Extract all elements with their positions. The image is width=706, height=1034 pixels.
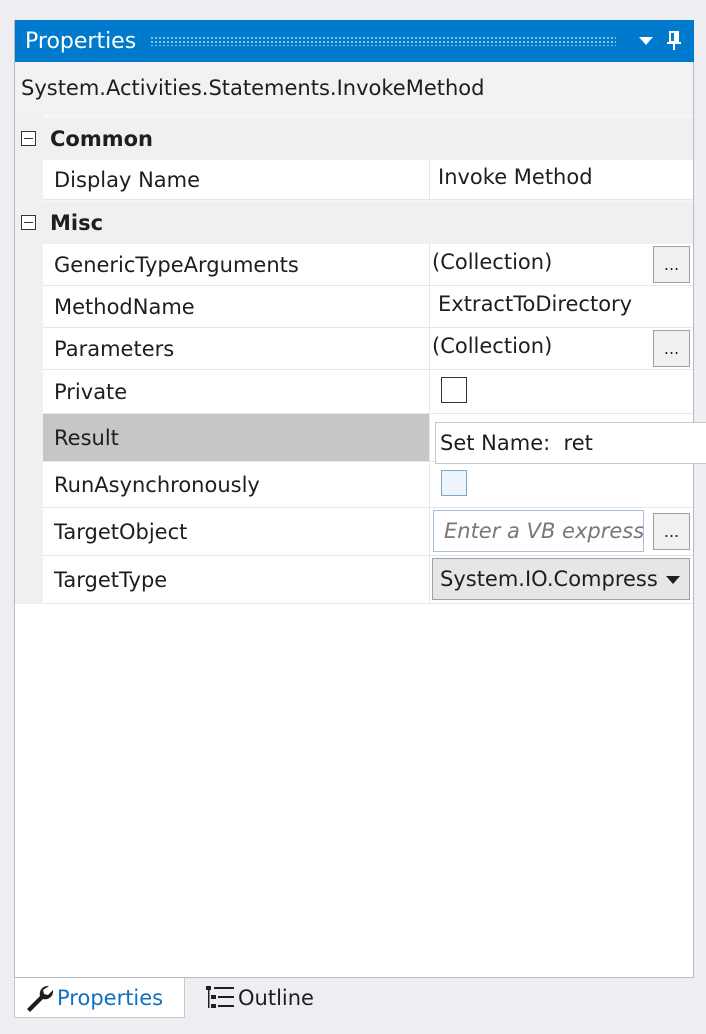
result-set-name-editor[interactable]: Set Name: ret (435, 422, 706, 464)
panel-tabs: Properties Outline (14, 978, 706, 1020)
method-name-value[interactable]: ExtractToDirectory (431, 292, 632, 316)
property-value-target-type: System.IO.Compress (431, 556, 693, 603)
category-common: Common (15, 118, 693, 160)
property-name: RunAsynchronously (43, 462, 430, 507)
property-value-display-name[interactable]: Invoke Method (431, 160, 693, 199)
property-value-run-asynchronously (431, 462, 693, 507)
target-type-combobox[interactable]: System.IO.Compress (432, 558, 690, 600)
run-asynchronously-checkbox[interactable] (441, 469, 467, 496)
property-row-method-name[interactable]: MethodName ExtractToDirectory (43, 286, 693, 328)
collection-value: (Collection) (432, 249, 553, 274)
private-checkbox[interactable] (441, 376, 467, 403)
tab-properties[interactable]: Properties (14, 978, 185, 1018)
outline-tree-icon (202, 982, 238, 1014)
wrench-icon (21, 982, 57, 1014)
property-name: Parameters (43, 328, 430, 369)
property-name: Result (43, 414, 430, 461)
panel-title: Properties (25, 28, 137, 54)
property-value-private (431, 370, 693, 413)
selected-type-name: System.Activities.Statements.InvokeMetho… (15, 62, 693, 114)
category-label: Misc (50, 211, 104, 235)
property-value-parameters: (Collection) ... (431, 328, 693, 369)
property-row-private[interactable]: Private (43, 370, 693, 414)
collapse-misc-icon[interactable] (21, 215, 36, 230)
target-type-value: System.IO.Compress (440, 567, 658, 591)
category-label: Common (50, 127, 153, 151)
property-name: Private (43, 370, 430, 413)
property-row-display-name[interactable]: Display Name Invoke Method (43, 160, 693, 200)
panel-titlebar: Properties (15, 20, 694, 62)
chevron-down-icon[interactable] (632, 25, 660, 57)
property-value-method-name[interactable]: ExtractToDirectory (431, 286, 693, 327)
pin-icon[interactable] (660, 25, 688, 57)
property-row-run-asynchronously[interactable]: RunAsynchronously (43, 462, 693, 508)
tab-label: Outline (238, 986, 314, 1010)
target-object-expression-input[interactable]: Enter a VB express (433, 510, 644, 552)
property-row-target-type[interactable]: TargetType System.IO.Compress (43, 556, 693, 604)
generic-type-arguments-ellipsis-button[interactable]: ... (653, 246, 690, 283)
display-name-value[interactable]: Invoke Method (431, 165, 593, 189)
property-name: Display Name (43, 160, 430, 199)
property-name: TargetObject (43, 508, 430, 555)
category-misc: Misc (15, 202, 693, 244)
parameters-ellipsis-button[interactable]: ... (653, 330, 690, 367)
property-name: MethodName (43, 286, 430, 327)
property-name: GenericTypeArguments (43, 244, 430, 285)
collapse-common-icon[interactable] (21, 131, 36, 146)
property-grid: Common Display Name Invoke Method Misc G… (15, 114, 693, 604)
property-name: TargetType (43, 556, 430, 603)
property-row-generic-type-arguments[interactable]: GenericTypeArguments (Collection) ... (43, 244, 693, 286)
collection-value: (Collection) (432, 333, 553, 358)
property-row-target-object[interactable]: TargetObject Enter a VB express ... (43, 508, 693, 556)
target-object-ellipsis-button[interactable]: ... (653, 513, 690, 550)
dropdown-arrow-icon[interactable] (666, 576, 680, 584)
property-row-parameters[interactable]: Parameters (Collection) ... (43, 328, 693, 370)
property-value-generic-type-arguments: (Collection) ... (431, 244, 693, 285)
grid-gutter (15, 114, 43, 604)
tab-outline[interactable]: Outline (196, 978, 336, 1018)
property-value-target-object: Enter a VB express ... (431, 508, 693, 555)
titlebar-grip[interactable] (150, 36, 616, 46)
tab-label: Properties (57, 985, 164, 1010)
